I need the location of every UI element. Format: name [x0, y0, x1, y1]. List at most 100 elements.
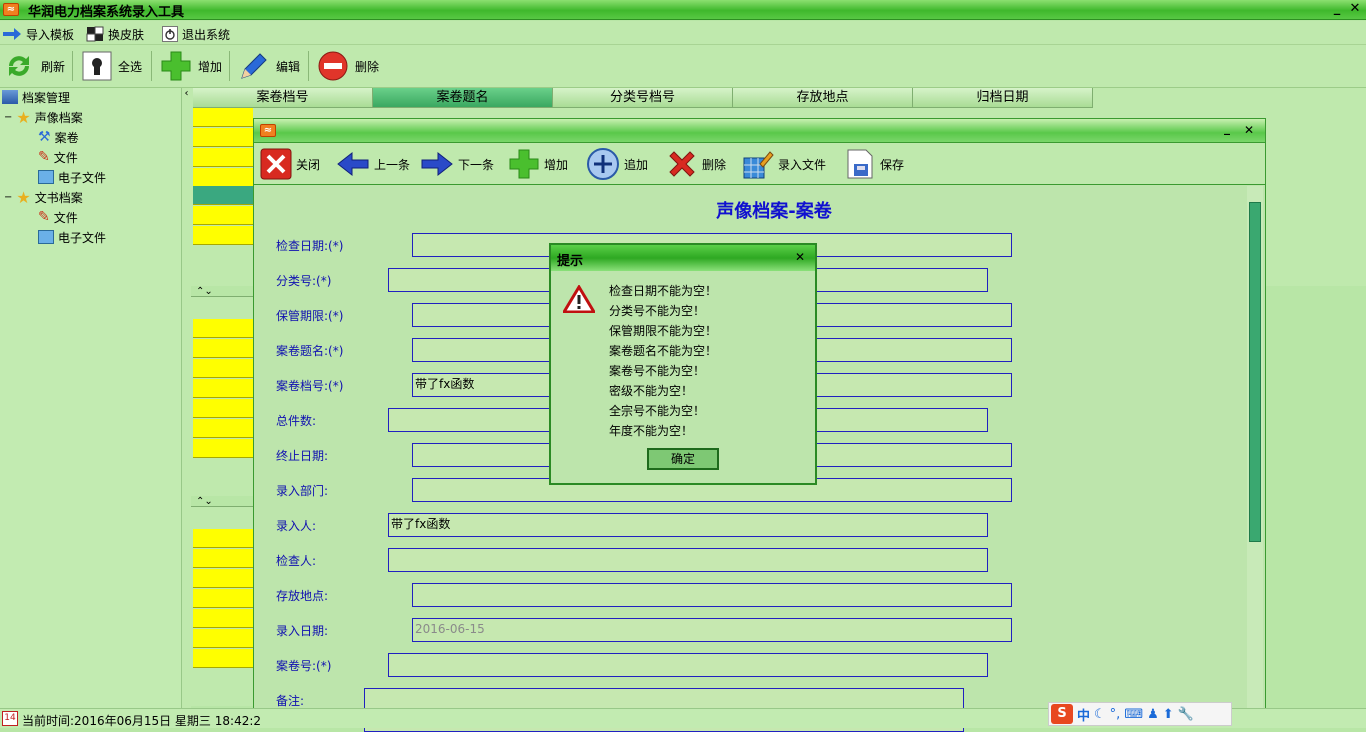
select-all-button[interactable]: 全选: [82, 49, 142, 83]
menu-change-skin[interactable]: 换皮肤: [86, 25, 144, 43]
user-icon[interactable]: ♟: [1147, 707, 1159, 722]
entered-by-field[interactable]: 带了fx函数: [388, 513, 988, 537]
tree-root[interactable]: 档案管理: [2, 88, 70, 106]
star-icon: ★: [16, 107, 31, 127]
grid-row-cell[interactable]: [193, 589, 253, 608]
ime-mode-chinese[interactable]: 中: [1077, 705, 1090, 724]
tree-item-av-case-label: 案卷: [54, 130, 79, 145]
append-button[interactable]: 追加: [586, 148, 648, 180]
label-case-no: 案卷号:(*): [276, 659, 332, 673]
plus-circle-icon: [587, 148, 619, 180]
window-titlebar: ≈ 华润电力档案系统录入工具 _ ✕: [0, 0, 1366, 20]
column-header[interactable]: 存放地点: [733, 88, 913, 108]
grid-row-cell[interactable]: [193, 649, 253, 668]
grid-row-cell[interactable]: [193, 399, 253, 418]
save-button[interactable]: 保存: [844, 148, 904, 180]
tree-splitter[interactable]: ‹: [182, 88, 191, 708]
menu-import-template-label: 导入模板: [26, 27, 75, 42]
grid-row-cell[interactable]: [193, 206, 253, 225]
tree-item-av-efile-label: 电子文件: [58, 170, 107, 185]
wrench-icon[interactable]: 🔧: [1178, 707, 1194, 722]
dialog-delete-button[interactable]: 删除: [666, 148, 726, 180]
grid-row-cell[interactable]: [193, 549, 253, 568]
grid-row-cell[interactable]: [193, 168, 253, 187]
label-retention: 保管期限:(*): [276, 309, 344, 323]
dialog-minimize-button[interactable]: _: [1224, 121, 1230, 135]
grid-row-cell[interactable]: [193, 379, 253, 398]
close-window-button[interactable]: ✕: [1348, 2, 1362, 16]
add-button[interactable]: 增加: [160, 49, 222, 83]
tree-node-audio-video-label: 声像档案: [34, 110, 83, 125]
grid-row-cell[interactable]: [193, 529, 253, 548]
grid-row-cell[interactable]: [193, 629, 253, 648]
case-no-field[interactable]: [388, 653, 988, 677]
punct-icon[interactable]: °,: [1110, 707, 1121, 722]
toolbar-separator: [151, 51, 152, 81]
hierarchy-icon: [2, 90, 18, 104]
dialog-titlebar: ≈ _ ✕: [254, 119, 1265, 143]
pencil-red-icon: ✎: [38, 149, 50, 165]
dialog-add-label: 增加: [544, 157, 569, 172]
tree-node-document[interactable]: − ★ 文书档案: [4, 188, 83, 207]
minimize-button[interactable]: _: [1330, 2, 1344, 16]
dialog-close-button[interactable]: 关闭: [260, 148, 320, 180]
ok-button[interactable]: 确定: [647, 448, 719, 470]
toolbar-separator: [229, 51, 230, 81]
dialog-scrollbar[interactable]: [1247, 186, 1263, 708]
import-file-button[interactable]: 录入文件: [742, 148, 826, 180]
grid-row-cell-selected[interactable]: [193, 186, 253, 205]
delete-button[interactable]: 删除: [317, 49, 379, 83]
prev-record-button[interactable]: 上一条: [336, 148, 410, 180]
grid-row-cell[interactable]: [193, 609, 253, 628]
menu-import-template[interactable]: 导入模板: [2, 25, 74, 43]
app-title: 华润电力档案系统录入工具: [28, 5, 185, 20]
message-line: 保管期限不能为空！: [609, 324, 718, 338]
refresh-button[interactable]: 刷新: [3, 49, 65, 83]
sogou-logo-icon[interactable]: S: [1051, 704, 1073, 724]
grid-row-cell[interactable]: [193, 226, 253, 245]
tree-item-doc-efile[interactable]: 电子文件: [38, 228, 106, 246]
column-header[interactable]: 分类号档号: [553, 88, 733, 108]
tree-item-doc-file[interactable]: ✎ 文件: [38, 208, 78, 226]
tree-item-av-efile[interactable]: 电子文件: [38, 168, 106, 186]
column-header[interactable]: 归档日期: [913, 88, 1093, 108]
grid-row-cell[interactable]: [193, 339, 253, 358]
column-header[interactable]: 案卷档号: [193, 88, 373, 108]
save-doc-icon: [847, 149, 873, 179]
grid-row-cell[interactable]: [193, 419, 253, 438]
shirt-icon[interactable]: ⬆: [1163, 707, 1174, 722]
label-class-no: 分类号:(*): [276, 274, 332, 288]
prev-record-label: 上一条: [374, 157, 411, 172]
grid-row-cell[interactable]: [193, 128, 253, 147]
dialog-add-button[interactable]: 增加: [508, 148, 568, 180]
dialog-close-x-button[interactable]: ✕: [1244, 123, 1254, 137]
tree-item-doc-file-label: 文件: [53, 210, 78, 225]
keyboard-icon[interactable]: ⌨: [1124, 707, 1143, 722]
edit-button[interactable]: 编辑: [238, 49, 300, 83]
edit-label: 编辑: [276, 59, 301, 74]
grid-row-cell[interactable]: [193, 569, 253, 588]
tree-node-audio-video[interactable]: − ★ 声像档案: [4, 107, 83, 127]
column-header-selected[interactable]: 案卷题名: [373, 88, 553, 108]
menu-exit-system[interactable]: 退出系统: [162, 25, 230, 43]
moon-icon[interactable]: ☾: [1094, 707, 1106, 722]
app-logo-icon: ≈: [3, 3, 19, 16]
message-close-button[interactable]: ✕: [795, 250, 805, 264]
grid-row-cell[interactable]: [193, 439, 253, 458]
entry-date-field[interactable]: 2016-06-15: [412, 618, 1012, 642]
grid-row-cell[interactable]: [193, 319, 253, 338]
grid-row-cell[interactable]: [193, 359, 253, 378]
label-entered-by: 录入人:: [276, 519, 317, 533]
grid-row-cell[interactable]: [193, 108, 253, 127]
refresh-icon: [9, 56, 29, 76]
toolbar-separator: [308, 51, 309, 81]
next-record-button[interactable]: 下一条: [420, 148, 494, 180]
tree-item-av-case[interactable]: ⚒ 案卷: [38, 128, 79, 146]
location-field[interactable]: [412, 583, 1012, 607]
grid-row-cell[interactable]: [193, 148, 253, 167]
tree-item-av-file[interactable]: ✎ 文件: [38, 148, 78, 166]
checker-field[interactable]: [388, 548, 988, 572]
message-line: 案卷号不能为空！: [609, 364, 706, 378]
hammer-icon: ⚒: [38, 129, 51, 145]
scrollbar-thumb[interactable]: [1249, 202, 1261, 542]
